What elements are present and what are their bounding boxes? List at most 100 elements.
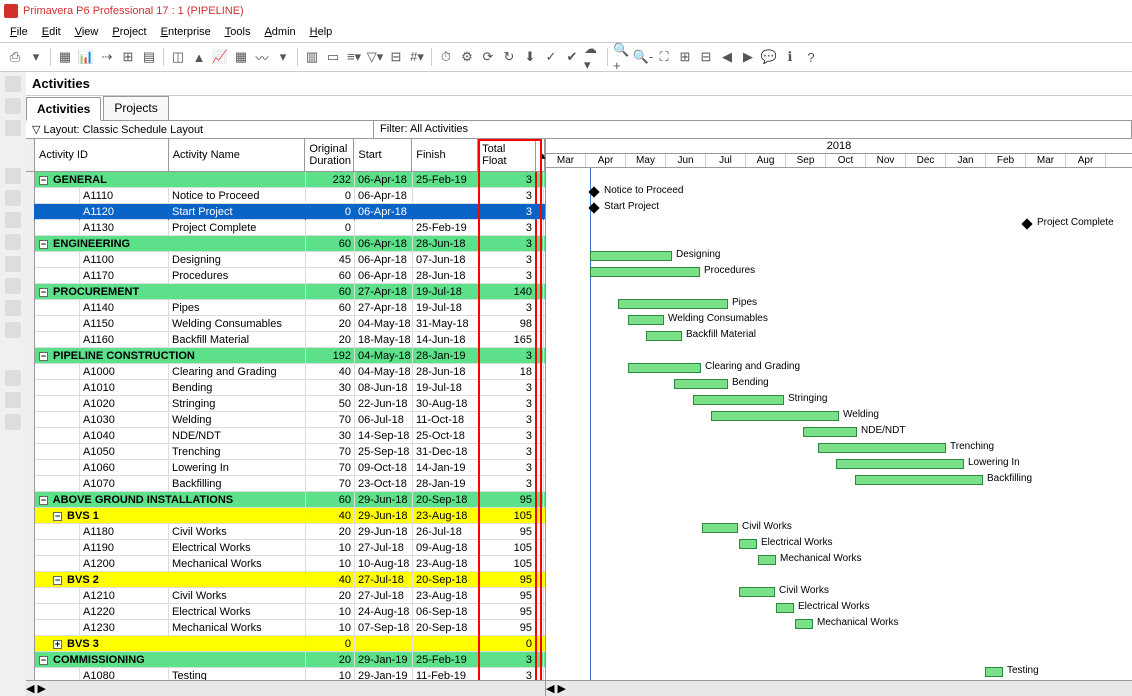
activity-row[interactable]: A1030Welding7006-Jul-1811-Oct-183 [26, 412, 545, 428]
menu-project[interactable]: Project [112, 26, 146, 38]
lt-reports-icon[interactable] [5, 120, 21, 136]
trace-icon[interactable]: ⇢ [98, 48, 116, 66]
hash-icon[interactable]: #▾ [408, 48, 426, 66]
preview-icon[interactable]: ▾ [27, 48, 45, 66]
activity-row[interactable]: A1040NDE/NDT3014-Sep-1825-Oct-183 [26, 428, 545, 444]
col-indicator[interactable]: ▴ [536, 139, 545, 171]
lt-cut-icon[interactable] [5, 414, 21, 430]
menu-help[interactable]: Help [310, 26, 333, 38]
gantt-bar[interactable] [693, 395, 784, 405]
expand-toggle[interactable]: − [39, 496, 48, 505]
col-float[interactable]: Total Float [478, 139, 536, 171]
lt-projects-icon[interactable] [5, 76, 21, 92]
activity-row[interactable]: A1020Stringing5022-Jun-1830-Aug-183 [26, 396, 545, 412]
resource-icon[interactable]: ◫ [169, 48, 187, 66]
col-activity-id[interactable]: Activity ID [35, 139, 169, 171]
gantt-bar[interactable] [855, 475, 983, 485]
chart-icon[interactable]: 📈 [211, 48, 229, 66]
activity-row[interactable]: A1100Designing4506-Apr-1807-Jun-183 [26, 252, 545, 268]
menu-view[interactable]: View [75, 26, 99, 38]
group-icon[interactable]: ≡▾ [345, 48, 363, 66]
gantt-bar[interactable] [818, 443, 946, 453]
collapse-icon[interactable]: ⊟ [697, 48, 715, 66]
filter-icon[interactable]: ▽▾ [366, 48, 384, 66]
gantt-bar[interactable] [795, 619, 813, 629]
group-row[interactable]: − PIPELINE CONSTRUCTION19204-May-1828-Ja… [26, 348, 545, 364]
lt-del-icon[interactable] [5, 392, 21, 408]
tab-projects[interactable]: Projects [103, 96, 168, 120]
spread-icon[interactable]: ▦ [232, 48, 250, 66]
group-row[interactable]: − BVS 24027-Jul-1820-Sep-1895 [26, 572, 545, 588]
activity-row[interactable]: A1130Project Complete025-Feb-193 [26, 220, 545, 236]
lt-thresh-icon[interactable] [5, 278, 21, 294]
tab-activities[interactable]: Activities [26, 97, 101, 121]
print-icon[interactable]: ⎙ [6, 48, 24, 66]
activity-row[interactable]: A1160Backfill Material2018-May-1814-Jun-… [26, 332, 545, 348]
layout-label[interactable]: ▽ Layout: Classic Schedule Layout [26, 121, 374, 138]
menu-admin[interactable]: Admin [264, 26, 295, 38]
expand-icon[interactable]: ⊞ [676, 48, 694, 66]
next-icon[interactable]: ▶ [739, 48, 757, 66]
gantt-icon[interactable]: 📊 [77, 48, 95, 66]
prev-icon[interactable]: ◀ [718, 48, 736, 66]
zoom-fit-icon[interactable]: ⛶ [655, 48, 673, 66]
expand-toggle[interactable]: − [53, 576, 62, 585]
gantt-bar[interactable] [739, 539, 757, 549]
group-row[interactable]: − GENERAL23206-Apr-1825-Feb-193 [26, 172, 545, 188]
expand-toggle[interactable]: − [53, 512, 62, 521]
lt-exp-icon[interactable] [5, 256, 21, 272]
activity-row[interactable]: A1060Lowering In7009-Oct-1814-Jan-193 [26, 460, 545, 476]
lt-risk-icon[interactable] [5, 322, 21, 338]
gantt-bar[interactable] [646, 331, 682, 341]
recalc-icon[interactable]: ↻ [500, 48, 518, 66]
activity-row[interactable]: A1070Backfilling7023-Oct-1828-Jan-193 [26, 476, 545, 492]
gantt-bar[interactable] [758, 555, 776, 565]
zoom-in-icon[interactable]: 🔍+ [613, 48, 631, 66]
col-activity-name[interactable]: Activity Name [169, 139, 306, 171]
activity-row[interactable]: A1220Electrical Works1024-Aug-1806-Sep-1… [26, 604, 545, 620]
expand-toggle[interactable]: − [39, 288, 48, 297]
gantt-bar[interactable] [590, 267, 700, 277]
activity-row[interactable]: A1050Trenching7025-Sep-1831-Dec-183 [26, 444, 545, 460]
col-start[interactable]: Start [354, 139, 412, 171]
zoom-out-icon[interactable]: 🔍- [634, 48, 652, 66]
lt-issue-icon[interactable] [5, 300, 21, 316]
gantt-bar[interactable] [702, 523, 738, 533]
gantt-bar[interactable] [776, 603, 794, 613]
layout-icon[interactable]: ▦ [56, 48, 74, 66]
activity-row[interactable]: A1120Start Project006-Apr-183 [26, 204, 545, 220]
activity-row[interactable]: A1180Civil Works2029-Jun-1826-Jul-1895 [26, 524, 545, 540]
activity-row[interactable]: A1150Welding Consumables2004-May-1831-Ma… [26, 316, 545, 332]
col-finish[interactable]: Finish [412, 139, 478, 171]
activity-row[interactable]: A1140Pipes6027-Apr-1819-Jul-183 [26, 300, 545, 316]
expand-toggle[interactable]: − [39, 352, 48, 361]
columns-icon[interactable]: ▥ [303, 48, 321, 66]
progress-icon[interactable]: ⟳ [479, 48, 497, 66]
group-row[interactable]: − PROCUREMENT6027-Apr-1819-Jul-18140 [26, 284, 545, 300]
table-icon[interactable]: ▤ [140, 48, 158, 66]
group-row[interactable]: − BVS 14029-Jun-1823-Aug-18105 [26, 508, 545, 524]
timescale-icon[interactable]: ⊟ [387, 48, 405, 66]
table-hscroll[interactable]: ◀ ▶ [26, 680, 545, 696]
gantt-bar[interactable] [674, 379, 728, 389]
hint-icon[interactable]: ? [802, 48, 820, 66]
help-icon[interactable]: 💬 [760, 48, 778, 66]
group-row[interactable]: − ENGINEERING6006-Apr-1828-Jun-183 [26, 236, 545, 252]
menu-file[interactable]: File [10, 26, 28, 38]
gantt-bar[interactable] [618, 299, 728, 309]
level-icon[interactable]: ⚙ [458, 48, 476, 66]
menu-enterprise[interactable]: Enterprise [161, 26, 211, 38]
expand-toggle[interactable]: − [39, 240, 48, 249]
gantt-bar[interactable] [628, 315, 664, 325]
activity-row[interactable]: A1110Notice to Proceed006-Apr-183 [26, 188, 545, 204]
schedule-icon[interactable]: ⏱ [437, 48, 455, 66]
menu-tools[interactable]: Tools [225, 26, 251, 38]
lt-wp-icon[interactable] [5, 234, 21, 250]
expand-toggle[interactable]: − [39, 656, 48, 665]
lt-wbs-icon[interactable] [5, 168, 21, 184]
expand-toggle[interactable]: + [53, 640, 62, 649]
profile-icon[interactable]: ▲ [190, 48, 208, 66]
gantt-bar[interactable] [836, 459, 964, 469]
drop-icon[interactable]: ▾ [274, 48, 292, 66]
group-row[interactable]: − COMMISSIONING2029-Jan-1925-Feb-193 [26, 652, 545, 668]
